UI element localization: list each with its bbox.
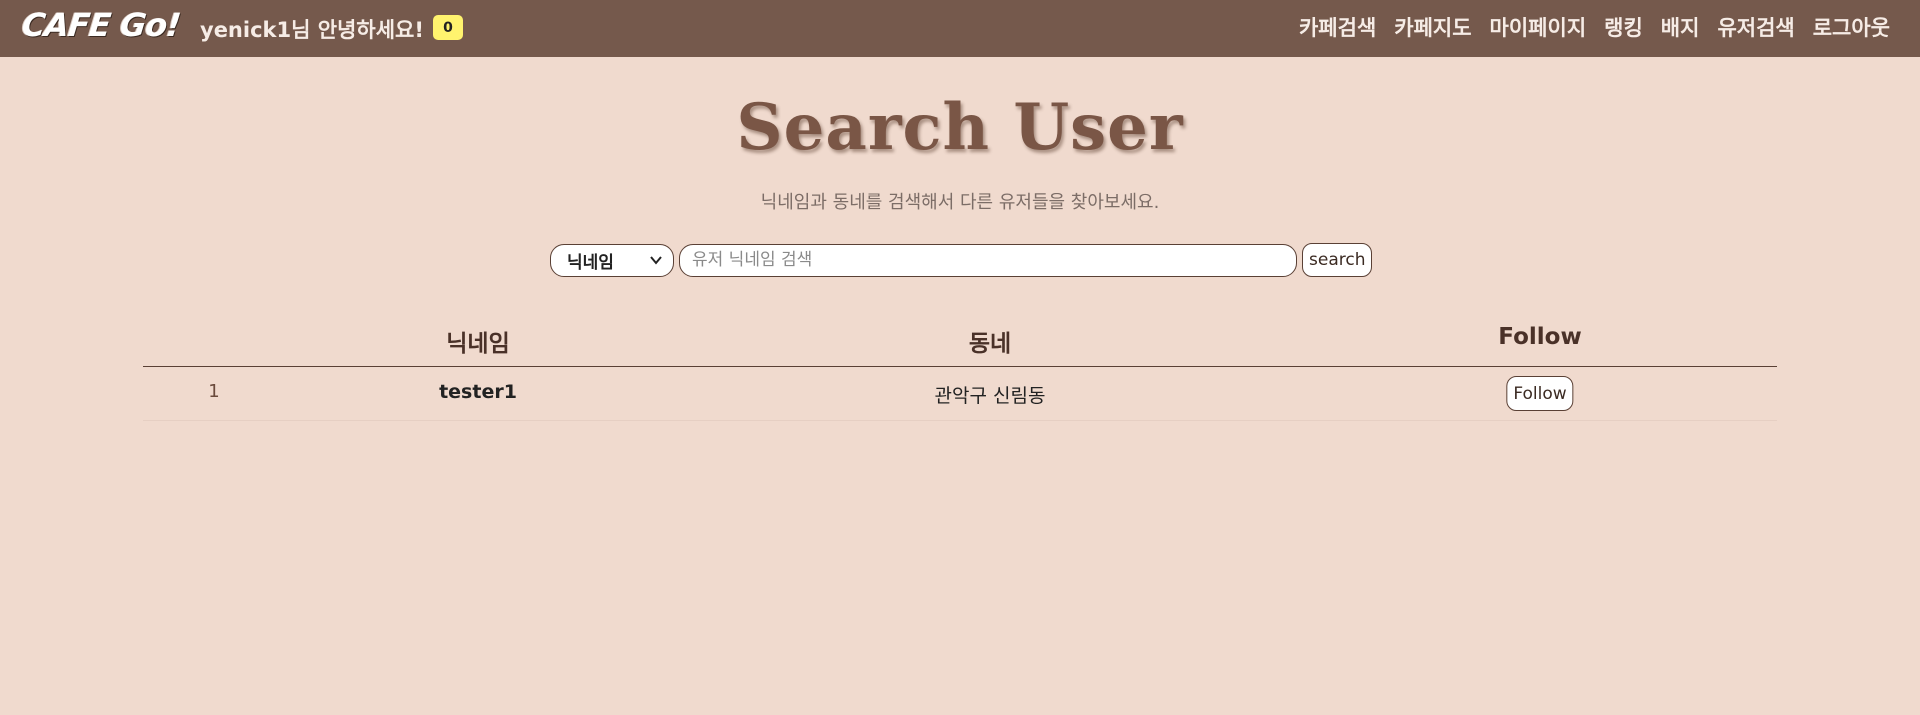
column-nickname: 닉네임 — [446, 331, 510, 357]
search-type-select[interactable]: 닉네임 — [550, 243, 674, 277]
user-table: 닉네임 동네 Follow 1 tester1 관악구 신림동 Follow — [143, 318, 1777, 421]
top-navbar: CAFE Go! yenick1님 안녕하세요! 0 카페검색 카페지도 마이페… — [0, 0, 1920, 57]
chevron-down-icon — [650, 256, 662, 265]
search-type-selected: 닉네임 — [567, 252, 614, 273]
page-subtitle: 닉네임과 동네를 검색해서 다른 유저들을 찾아보세요. — [760, 192, 1160, 213]
row-neighborhood: 관악구 신림동 — [934, 385, 1046, 407]
nav-logout[interactable]: 로그아웃 — [1813, 12, 1890, 42]
nav-mypage[interactable]: 마이페이지 — [1490, 12, 1587, 42]
search-bar: 닉네임 search — [550, 243, 1373, 277]
search-button[interactable]: search — [1302, 243, 1373, 277]
cafe-go-logo[interactable]: CAFE Go! — [20, 6, 182, 44]
user-greeting: yenick1님 안녕하세요! — [200, 18, 424, 42]
nav-ranking[interactable]: 랭킹 — [1604, 12, 1643, 42]
page-title: Search User — [736, 90, 1184, 165]
nav-cafe-search[interactable]: 카페검색 — [1299, 12, 1376, 42]
nav-badge[interactable]: 배지 — [1661, 12, 1700, 42]
nav-menu: 카페검색 카페지도 마이페이지 랭킹 배지 유저검색 로그아웃 — [1299, 12, 1890, 42]
column-neighborhood: 동네 — [968, 331, 1012, 357]
notification-badge[interactable]: 0 — [433, 15, 463, 40]
column-follow: Follow — [1498, 324, 1582, 350]
nav-cafe-map[interactable]: 카페지도 — [1394, 12, 1471, 42]
search-input[interactable] — [679, 243, 1297, 277]
nav-user-search[interactable]: 유저검색 — [1717, 12, 1794, 42]
row-index: 1 — [208, 381, 220, 402]
row-nickname[interactable]: tester1 — [439, 381, 517, 403]
table-row: 1 tester1 관악구 신림동 Follow — [143, 367, 1777, 421]
follow-button[interactable]: Follow — [1506, 376, 1574, 411]
table-header: 닉네임 동네 Follow — [143, 318, 1777, 367]
